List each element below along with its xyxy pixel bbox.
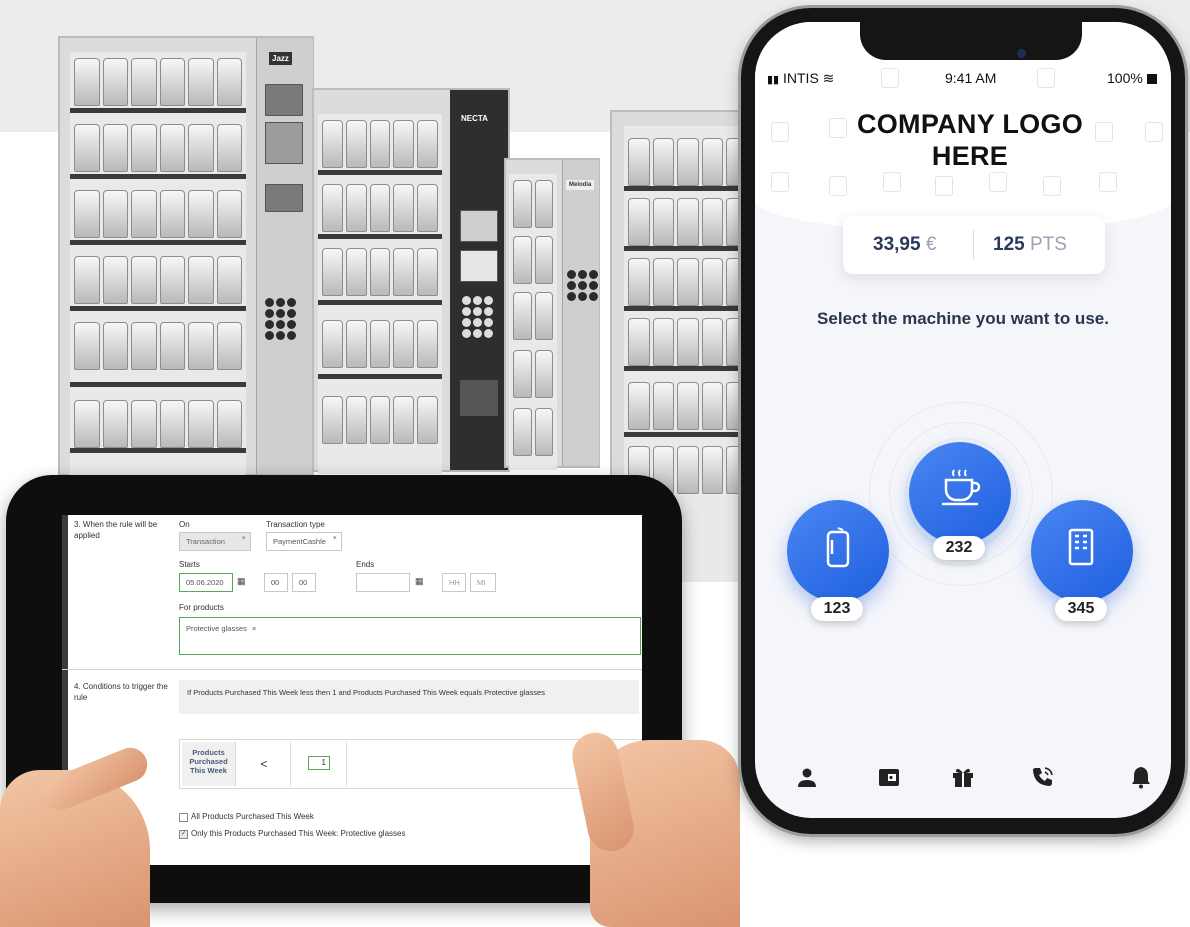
vending-machine-2: NECTA — [312, 88, 510, 474]
pattern-cup-icon — [771, 122, 789, 142]
pattern-can-icon — [1099, 172, 1117, 192]
points-value: 125 — [993, 234, 1025, 255]
section-4-label: 4. Conditions to trigger the rule — [74, 682, 168, 702]
only-products-checkbox[interactable]: ✓ — [179, 830, 188, 839]
brand-label: Melodia — [566, 180, 595, 190]
vending-machine-3: Melodia — [504, 158, 600, 470]
on-label: On — [179, 520, 190, 529]
ends-hour-input[interactable]: HH — [442, 573, 466, 592]
on-select[interactable]: Transaction — [179, 532, 251, 551]
starts-minute-value: 00 — [299, 578, 308, 587]
balance-card: 33,95 € 125 PTS — [843, 216, 1105, 274]
balance-currency: € — [925, 234, 937, 255]
pattern-can-icon — [881, 68, 899, 88]
user-icon[interactable] — [795, 765, 819, 789]
wifi-icon: ≋ — [822, 70, 835, 86]
product-tag: Protective glasses — [186, 624, 247, 633]
machine-number: 345 — [1055, 597, 1107, 621]
balance-value: 33,95 — [873, 234, 921, 255]
section-3-label: 3. When the rule will be applied — [74, 520, 158, 540]
phone-screen: ▮▮ INTIS ≋ 9:41 AM 100% COMPANY LOGO HER… — [755, 22, 1171, 818]
condition-operator[interactable]: < — [238, 742, 291, 786]
starts-date-input[interactable]: 05.06.2020 — [179, 573, 233, 592]
only-products-label: Only this Products Purchased This Week: … — [191, 829, 406, 838]
tablet-screen: 3. When the rule will be applied On Tran… — [62, 515, 642, 865]
phone-device: ▮▮ INTIS ≋ 9:41 AM 100% COMPANY LOGO HER… — [741, 8, 1185, 834]
ends-minute-value: MI — [477, 578, 486, 587]
bell-icon[interactable] — [1129, 765, 1153, 789]
pattern-cup-icon — [829, 176, 847, 196]
ends-minute-input[interactable]: MI — [470, 573, 496, 592]
condition-value-input[interactable]: 1 — [308, 756, 330, 770]
brand-label: Jazz — [269, 52, 292, 65]
machine-button-coffee[interactable] — [909, 442, 1011, 544]
company-logo: COMPANY LOGO HERE — [856, 109, 1084, 171]
gift-icon[interactable] — [951, 765, 975, 789]
status-time: 9:41 AM — [945, 70, 997, 86]
ends-hour-value: HH — [449, 578, 460, 587]
snack-machine-icon — [1068, 528, 1094, 566]
wallet-icon[interactable] — [877, 765, 901, 789]
machine-number: 123 — [811, 597, 863, 621]
balance-amount: 33,95 € — [873, 234, 936, 256]
starts-hour-value: 00 — [271, 578, 280, 587]
ends-label: Ends — [356, 560, 375, 569]
remove-tag-icon[interactable]: × — [252, 624, 256, 633]
products-tag-input[interactable]: Protective glasses × — [179, 617, 641, 655]
starts-label: Starts — [179, 560, 200, 569]
pattern-cup-icon — [1043, 176, 1061, 196]
chevron-down-icon[interactable]: ▾ — [242, 534, 246, 542]
for-products-label: For products — [179, 603, 224, 612]
phone-call-icon[interactable] — [1031, 765, 1055, 789]
condition-value-cell: 1 — [292, 742, 347, 786]
starts-minute-input[interactable]: 00 — [292, 573, 316, 592]
pattern-cup-icon — [771, 172, 789, 192]
camera-icon — [1017, 49, 1026, 58]
machine-button-snacks[interactable] — [1031, 500, 1133, 602]
chevron-down-icon[interactable]: ▾ — [333, 534, 337, 542]
pattern-can-icon — [883, 172, 901, 192]
machine-prompt: Select the machine you want to use. — [817, 309, 1109, 328]
phone-notch — [860, 22, 1082, 60]
calendar-icon[interactable]: ▦ — [415, 576, 424, 587]
condition-field[interactable]: Products Purchased This Week — [182, 742, 236, 786]
machine-button-drinks[interactable] — [787, 500, 889, 602]
divider — [62, 669, 642, 670]
status-battery: 100% — [1107, 70, 1157, 86]
coffee-cup-icon — [942, 469, 981, 506]
pattern-can-icon — [989, 172, 1007, 192]
balance-divider — [973, 230, 974, 260]
pattern-can-icon — [1145, 122, 1163, 142]
pattern-cup-icon — [935, 176, 953, 196]
can-icon — [826, 527, 850, 568]
starts-hour-input[interactable]: 00 — [264, 573, 288, 592]
battery-percent: 100% — [1107, 70, 1143, 86]
machine-number: 232 — [933, 536, 985, 560]
calendar-icon[interactable]: ▦ — [237, 576, 246, 587]
all-products-checkbox[interactable] — [179, 813, 188, 822]
transaction-type-select[interactable]: PaymentCashle — [266, 532, 342, 551]
battery-icon — [1146, 74, 1157, 85]
status-carrier: ▮▮ INTIS ≋ — [767, 70, 834, 87]
brand-label: NECTA — [458, 112, 491, 125]
transaction-type-value: PaymentCashle — [273, 537, 326, 546]
on-select-value: Transaction — [186, 537, 225, 546]
points-unit: PTS — [1029, 234, 1067, 255]
signal-icon: ▮▮ — [767, 74, 780, 86]
starts-date-value: 05.06.2020 — [186, 578, 224, 587]
ends-date-input[interactable] — [356, 573, 410, 592]
pattern-cup-icon — [1037, 68, 1055, 88]
vending-machine-1: Jazz — [58, 36, 314, 478]
condition-summary: If Products Purchased This Week less the… — [179, 680, 639, 714]
points-amount: 125 PTS — [993, 234, 1067, 256]
all-products-label: All Products Purchased This Week — [191, 812, 314, 821]
transaction-type-label: Transaction type — [266, 520, 325, 529]
carrier-name: INTIS — [783, 70, 819, 86]
